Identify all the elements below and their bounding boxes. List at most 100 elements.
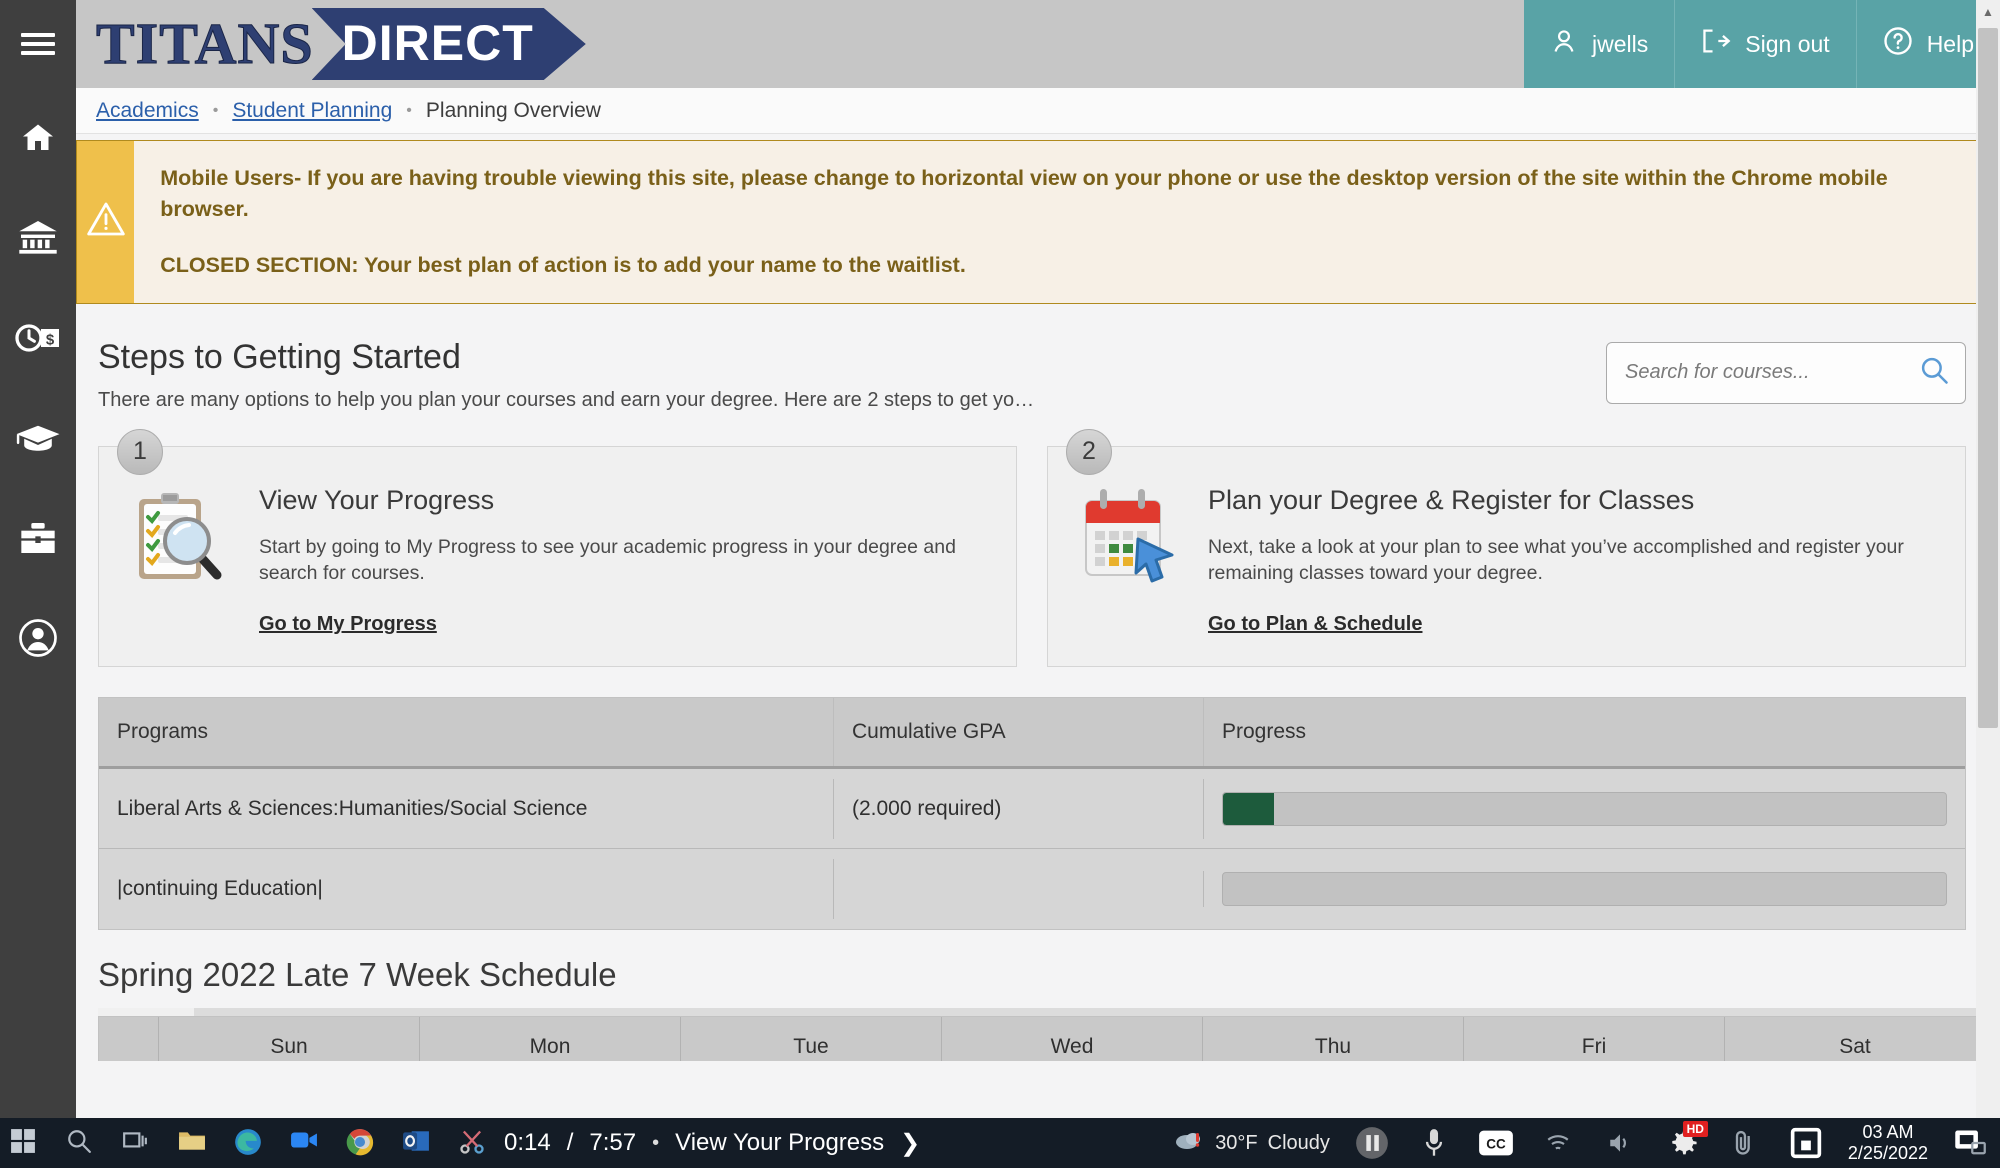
- fullscreen-button[interactable]: [1786, 1123, 1826, 1163]
- brand-logo[interactable]: TITANS DIRECT: [76, 0, 676, 88]
- weather-condition: Cloudy: [1267, 1131, 1330, 1154]
- card-description: Next, take a look at your plan to see wh…: [1208, 535, 1904, 585]
- user-name-label: jwells: [1592, 30, 1649, 57]
- taskbar-clock[interactable]: 03 AM 2/25/2022: [1848, 1122, 1928, 1163]
- table-row[interactable]: Liberal Arts & Sciences:Humanities/Socia…: [99, 769, 1965, 850]
- sidebar-item-academics[interactable]: [0, 388, 76, 488]
- alert-text: Mobile Users- If you are having trouble …: [134, 141, 1985, 303]
- pause-button[interactable]: [1352, 1123, 1392, 1163]
- steps-text-block: Steps to Getting Started There are many …: [98, 338, 1606, 412]
- video-dot-separator: •: [652, 1131, 660, 1154]
- breadcrumb-item-academics[interactable]: Academics: [96, 99, 199, 123]
- card-plan-degree-register: 2 Plan your Degree & Register for Classe…: [1047, 428, 1966, 668]
- card-step-badge: 1: [117, 428, 163, 475]
- svg-text:$: $: [46, 331, 55, 348]
- sidebar-item-home[interactable]: [0, 88, 76, 188]
- hamburger-menu-button[interactable]: [0, 0, 76, 88]
- page-scrollbar[interactable]: ▲: [1976, 0, 2000, 1118]
- main-content: TITANS DIRECT jwells Sign out Help Acade…: [76, 0, 2000, 1118]
- sidebar-item-employment[interactable]: [0, 488, 76, 588]
- header-spacer: [676, 0, 1524, 88]
- volume-icon[interactable]: [1600, 1123, 1640, 1163]
- search-icon[interactable]: [1919, 355, 1949, 390]
- task-view-icon[interactable]: [122, 1128, 152, 1158]
- alert-banner: Mobile Users- If you are having trouble …: [76, 140, 1986, 304]
- clock-time: 03 AM: [1862, 1122, 1914, 1143]
- file-explorer-icon[interactable]: [178, 1128, 208, 1158]
- schedule-day-tue: Tue: [681, 1017, 942, 1062]
- table-row[interactable]: |continuing Education|: [99, 849, 1965, 930]
- settings-gear-button[interactable]: HD: [1662, 1121, 1708, 1163]
- schedule-scroll-thumb[interactable]: [98, 1008, 194, 1017]
- hamburger-icon: [21, 28, 55, 60]
- weather-temperature: 30°F: [1215, 1131, 1258, 1154]
- card-body: View Your Progress Start by going to My …: [259, 481, 986, 637]
- card-description: Start by going to My Progress to see you…: [259, 535, 956, 585]
- time-money-icon: $: [15, 323, 61, 353]
- weather-widget[interactable]: 30°F Cloudy: [1173, 1128, 1330, 1158]
- schedule-day-thu: Thu: [1203, 1017, 1464, 1062]
- schedule-day-sat: Sat: [1839, 1035, 1871, 1059]
- help-label: Help: [1926, 30, 1974, 57]
- financial-institution-icon: [17, 221, 59, 255]
- video-progress-info: 0:14 / 7:57 • View Your Progress ❯: [488, 1129, 920, 1158]
- outlook-icon[interactable]: [402, 1128, 432, 1158]
- header-actions: jwells Sign out Help: [1524, 0, 2000, 88]
- cell-cumulative-gpa: (2.000 required): [834, 778, 1204, 839]
- video-duration: 7:57: [589, 1129, 637, 1156]
- home-icon: [18, 120, 58, 156]
- graduation-cap-icon: [15, 422, 61, 454]
- schedule-day-header: Sun Mon Tue Wed Thu Fri Sat: [98, 1016, 1986, 1062]
- app-header: TITANS DIRECT jwells Sign out Help: [76, 0, 2000, 88]
- sidebar-item-financial-information[interactable]: [0, 188, 76, 288]
- getting-started-cards: 1 View Your Progress Start by going to M…: [76, 412, 2000, 668]
- breadcrumb: Academics • Student Planning • Planning …: [76, 88, 2000, 134]
- schedule-title: Spring 2022 Late 7 Week Schedule: [98, 956, 617, 994]
- column-header-programs: Programs: [99, 698, 834, 767]
- picture-in-picture-button[interactable]: [1950, 1123, 1990, 1163]
- go-to-my-progress-link[interactable]: Go to My Progress: [259, 613, 437, 636]
- system-tray-and-video-controls: 30°F Cloudy CC HD 03 AM 2/25/2022: [1173, 1121, 2000, 1163]
- edge-icon[interactable]: [234, 1128, 264, 1158]
- video-next-chapter-icon[interactable]: ❯: [900, 1129, 920, 1158]
- sign-out-button[interactable]: Sign out: [1674, 0, 1856, 88]
- sidebar-item-time-entry[interactable]: $: [0, 288, 76, 388]
- search-input[interactable]: [1625, 361, 1919, 385]
- schedule-horizontal-scrollbar[interactable]: [98, 1008, 1986, 1017]
- wifi-icon[interactable]: [1538, 1123, 1578, 1163]
- programs-table: Programs Cumulative GPA Progress Liberal…: [98, 697, 1966, 931]
- chrome-icon[interactable]: [346, 1128, 376, 1158]
- video-and-taskbar-overlay: 0:14 / 7:57 • View Your Progress ❯ 30°F …: [0, 1118, 2000, 1168]
- cell-cumulative-gpa: [834, 871, 1204, 908]
- page-scrollbar-thumb[interactable]: [1978, 28, 1998, 728]
- calendar-cursor-icon: [1078, 481, 1186, 637]
- cell-progress: [1204, 774, 1965, 844]
- attachment-icon[interactable]: [1724, 1123, 1764, 1163]
- card-title: Plan your Degree & Register for Classes: [1208, 484, 1695, 515]
- column-header-cumulative-gpa: Cumulative GPA: [834, 698, 1204, 767]
- alert-accent-bar: [77, 141, 135, 303]
- go-to-plan-schedule-link[interactable]: Go to Plan & Schedule: [1208, 613, 1422, 636]
- course-search-box[interactable]: [1606, 341, 1966, 404]
- table-header-row: Programs Cumulative GPA Progress: [99, 698, 1965, 770]
- progress-bar-track: [1222, 791, 1947, 826]
- search-icon[interactable]: [66, 1128, 96, 1158]
- microphone-icon[interactable]: [1414, 1123, 1454, 1163]
- card-step-badge: 2: [1066, 428, 1112, 475]
- sidebar-item-user-profile[interactable]: [0, 588, 76, 688]
- sign-out-icon: [1701, 27, 1731, 61]
- breadcrumb-item-student-planning[interactable]: Student Planning: [232, 99, 392, 123]
- start-windows-icon[interactable]: [10, 1128, 40, 1158]
- brand-direct-text: DIRECT: [312, 8, 586, 80]
- user-menu-button[interactable]: jwells: [1524, 0, 1675, 88]
- closed-captions-button[interactable]: CC: [1476, 1123, 1516, 1163]
- schedule-day-sun: Sun: [159, 1017, 420, 1062]
- zoom-icon[interactable]: [290, 1128, 320, 1158]
- breadcrumb-separator: •: [406, 101, 412, 119]
- snipping-tool-icon[interactable]: [458, 1128, 488, 1158]
- brand-titans-text: TITANS: [96, 11, 314, 76]
- video-time-separator: /: [566, 1129, 574, 1156]
- scroll-up-arrow-icon[interactable]: ▲: [1976, 0, 2000, 24]
- schedule-time-gutter: [99, 1017, 159, 1062]
- person-icon: [1550, 27, 1578, 61]
